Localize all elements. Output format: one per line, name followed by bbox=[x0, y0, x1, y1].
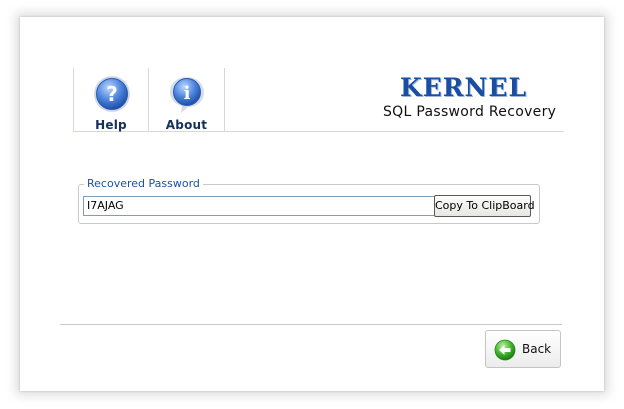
kernel-logo: KERNEL bbox=[400, 73, 528, 102]
product-name: SQL Password Recovery bbox=[383, 104, 557, 120]
help-label: Help bbox=[95, 118, 127, 132]
about-button[interactable]: i About bbox=[149, 68, 225, 132]
svg-text:?: ? bbox=[106, 82, 118, 106]
back-arrow-icon bbox=[494, 339, 516, 361]
footer-divider bbox=[60, 324, 562, 325]
copy-to-clipboard-button[interactable]: Copy To ClipBoard bbox=[434, 195, 535, 217]
about-label: About bbox=[165, 118, 208, 132]
help-icon: ? bbox=[94, 76, 130, 112]
back-button[interactable]: Back bbox=[485, 330, 561, 368]
svg-text:i: i bbox=[184, 83, 191, 104]
app-window: ? Help i About KERNEL SQL Password Recov… bbox=[20, 17, 604, 391]
recovered-password-label: Recovered Password bbox=[84, 177, 203, 190]
header-divider bbox=[225, 131, 564, 132]
back-label: Back bbox=[522, 342, 552, 356]
info-icon: i bbox=[170, 77, 204, 113]
recovered-password-field[interactable]: I7AJAG bbox=[83, 196, 437, 216]
help-button[interactable]: ? Help bbox=[73, 68, 149, 132]
